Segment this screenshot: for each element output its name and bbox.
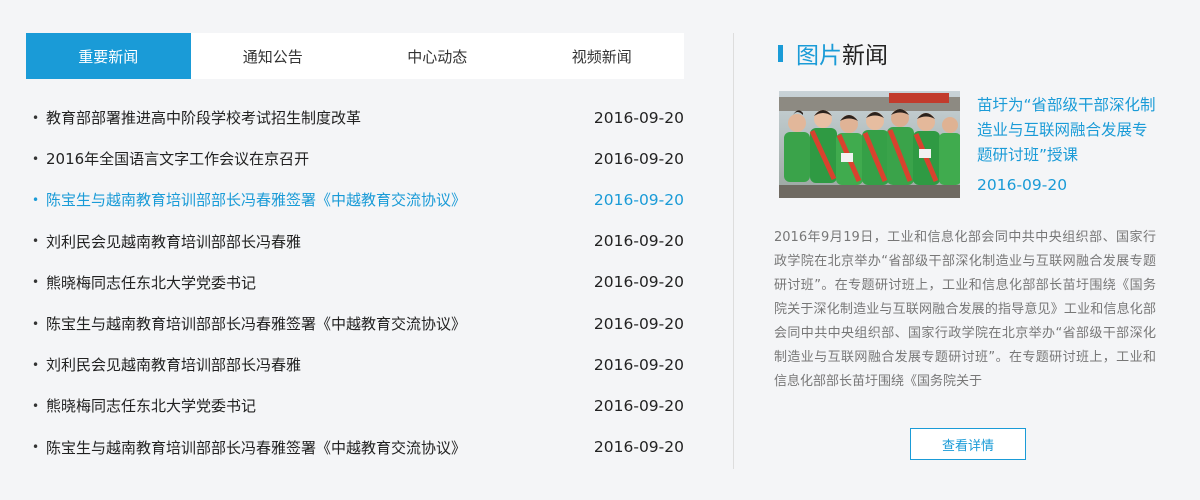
bullet-icon: •	[32, 440, 40, 455]
news-date: 2016-09-20	[593, 396, 684, 415]
news-title[interactable]: 陈宝生与越南教育培训部部长冯春雅签署《中越教育交流协议》	[46, 189, 574, 210]
news-title[interactable]: 教育部部署推进高中阶段学校考试招生制度改革	[46, 107, 574, 128]
bullet-icon: •	[32, 110, 40, 125]
news-item[interactable]: • 陈宝生与越南教育培训部部长冯春雅签署《中越教育交流协议》 2016-09-2…	[26, 303, 684, 344]
bullet-icon: •	[32, 316, 40, 331]
news-date: 2016-09-20	[593, 190, 684, 209]
news-list: • 教育部部署推进高中阶段学校考试招生制度改革 2016-09-20 • 201…	[26, 97, 684, 468]
picture-news-title[interactable]: 苗圩为“省部级干部深化制造业与互联网融合发展专题研讨班”授课	[977, 93, 1162, 168]
news-item[interactable]: • 刘利民会见越南教育培训部部长冯春雅 2016-09-20	[26, 344, 684, 385]
news-title[interactable]: 陈宝生与越南教育培训部部长冯春雅签署《中越教育交流协议》	[46, 313, 574, 334]
tab-important-news[interactable]: 重要新闻	[26, 33, 191, 79]
news-date: 2016-09-20	[593, 149, 684, 168]
news-date: 2016-09-20	[593, 438, 684, 457]
section-divider	[733, 33, 734, 469]
heading-blue-part: 图片	[796, 43, 842, 69]
bullet-icon: •	[32, 234, 40, 249]
tab-center-updates[interactable]: 中心动态	[355, 33, 520, 79]
news-date: 2016-09-20	[593, 232, 684, 251]
bullet-icon: •	[32, 357, 40, 372]
bullet-icon: •	[32, 275, 40, 290]
tab-video-news[interactable]: 视频新闻	[519, 33, 684, 79]
news-title[interactable]: 熊晓梅同志任东北大学党委书记	[46, 395, 574, 416]
news-item[interactable]: • 熊晓梅同志任东北大学党委书记 2016-09-20	[26, 262, 684, 303]
tab-notices[interactable]: 通知公告	[190, 33, 355, 79]
news-title[interactable]: 陈宝生与越南教育培训部部长冯春雅签署《中越教育交流协议》	[46, 437, 574, 458]
bullet-icon: •	[32, 151, 40, 166]
news-item[interactable]: • 2016年全国语言文字工作会议在京召开 2016-09-20	[26, 138, 684, 179]
heading-dark-part: 新闻	[842, 43, 888, 69]
picture-news-heading: 图片 新闻	[778, 38, 888, 69]
picture-news-description: 2016年9月19日，工业和信息化部会同中共中央组织部、国家行政学院在北京举办“…	[774, 230, 1156, 389]
news-item[interactable]: • 陈宝生与越南教育培训部部长冯春雅签署《中越教育交流协议》 2016-09-2…	[26, 179, 684, 220]
news-photo[interactable]	[779, 91, 960, 198]
news-item[interactable]: • 陈宝生与越南教育培训部部长冯春雅签署《中越教育交流协议》 2016-09-2…	[26, 427, 684, 468]
news-item[interactable]: • 熊晓梅同志任东北大学党委书记 2016-09-20	[26, 385, 684, 426]
news-title[interactable]: 刘利民会见越南教育培训部部长冯春雅	[46, 231, 574, 252]
picture-news-date: 2016-09-20	[977, 176, 1068, 194]
news-photo-image	[779, 91, 960, 198]
news-date: 2016-09-20	[593, 314, 684, 333]
view-details-button[interactable]: 查看详情	[910, 428, 1026, 460]
bullet-icon: •	[32, 192, 40, 207]
news-item[interactable]: • 刘利民会见越南教育培训部部长冯春雅 2016-09-20	[26, 221, 684, 262]
heading-accent-bar	[778, 44, 783, 62]
news-title[interactable]: 熊晓梅同志任东北大学党委书记	[46, 272, 574, 293]
news-title[interactable]: 刘利民会见越南教育培训部部长冯春雅	[46, 354, 574, 375]
bullet-icon: •	[32, 398, 40, 413]
news-title[interactable]: 2016年全国语言文字工作会议在京召开	[46, 148, 574, 169]
news-tabs: 重要新闻 通知公告 中心动态 视频新闻	[26, 33, 684, 79]
news-date: 2016-09-20	[593, 108, 684, 127]
news-item[interactable]: • 教育部部署推进高中阶段学校考试招生制度改革 2016-09-20	[26, 97, 684, 138]
news-date: 2016-09-20	[593, 273, 684, 292]
news-date: 2016-09-20	[593, 355, 684, 374]
